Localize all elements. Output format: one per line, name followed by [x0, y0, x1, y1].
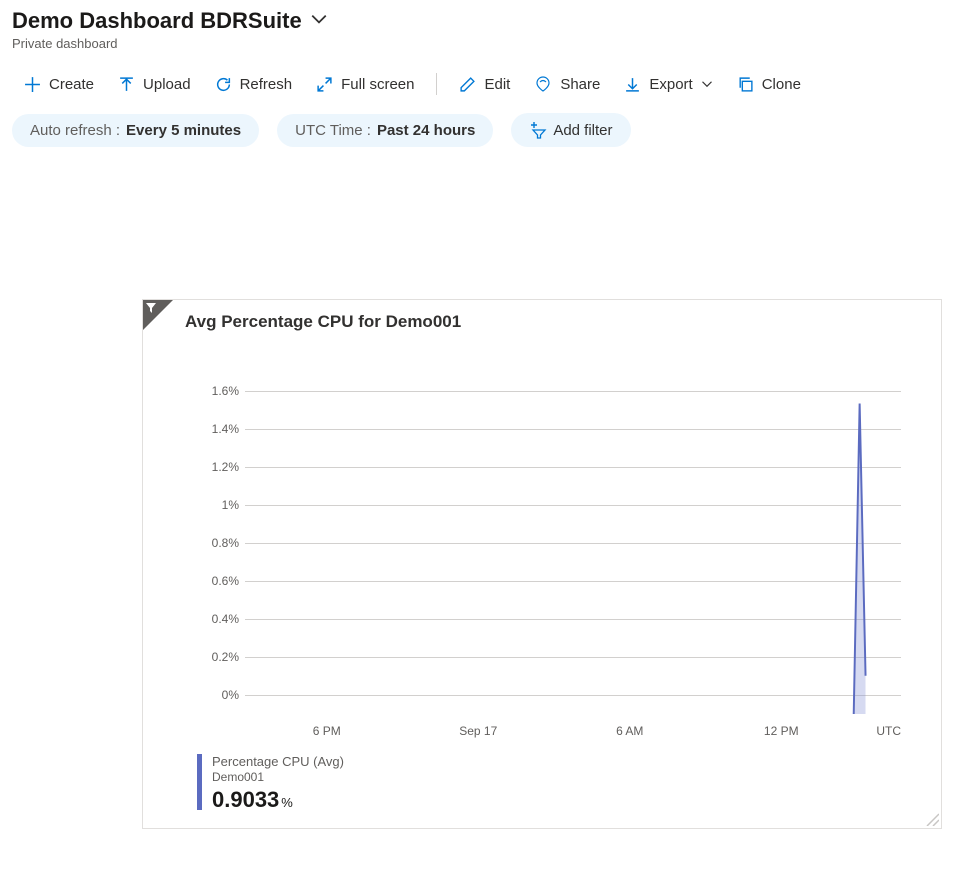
refresh-label: Refresh — [240, 76, 293, 93]
legend-value-unit: % — [281, 795, 293, 810]
add-filter-icon — [529, 121, 547, 139]
y-tick: 0.4% — [201, 612, 245, 626]
filter-icon — [145, 302, 157, 314]
upload-icon — [118, 76, 135, 93]
export-button[interactable]: Export — [612, 70, 724, 99]
dashboard-title-row[interactable]: Demo Dashboard BDRSuite — [12, 8, 956, 34]
refresh-button[interactable]: Refresh — [203, 70, 305, 99]
copy-icon — [737, 76, 754, 93]
chevron-down-icon — [701, 78, 713, 90]
clone-button[interactable]: Clone — [725, 70, 813, 99]
dashboard-canvas: Avg Percentage CPU for Demo001 1.6% 1.4%… — [0, 159, 968, 841]
y-tick: 1.6% — [201, 384, 245, 398]
dashboard-title: Demo Dashboard BDRSuite — [12, 8, 302, 34]
add-filter-pill[interactable]: Add filter — [511, 113, 630, 147]
refresh-icon — [215, 76, 232, 93]
tile-title: Avg Percentage CPU for Demo001 — [185, 312, 923, 332]
x-tick: UTC — [857, 724, 901, 738]
legend-series-name: Percentage CPU (Avg) — [212, 754, 344, 770]
edit-label: Edit — [484, 76, 510, 93]
time-range-value: Past 24 hours — [377, 122, 475, 139]
time-range-label: UTC Time : — [295, 122, 371, 139]
upload-button[interactable]: Upload — [106, 70, 203, 99]
tile-filter-corner[interactable] — [143, 300, 173, 330]
x-tick: 6 AM — [554, 724, 706, 738]
upload-label: Upload — [143, 76, 191, 93]
clone-label: Clone — [762, 76, 801, 93]
legend-value: 0.9033% — [212, 787, 344, 813]
chevron-down-icon — [310, 10, 328, 33]
x-tick: 6 PM — [251, 724, 403, 738]
legend-value-number: 0.9033 — [212, 787, 279, 812]
y-tick: 1.4% — [201, 422, 245, 436]
chart-grid: 1.6% 1.4% 1.2% 1% 0.8% 0.6% 0.4% 0.2% 0% — [201, 372, 901, 714]
pencil-icon — [459, 76, 476, 93]
legend-resource: Demo001 — [212, 770, 344, 785]
toolbar-separator — [436, 73, 437, 95]
y-tick: 0% — [201, 688, 245, 702]
y-tick: 1% — [201, 498, 245, 512]
y-tick: 1.2% — [201, 460, 245, 474]
toolbar: Create Upload Refresh Full screen Edit S… — [0, 55, 968, 107]
time-range-pill[interactable]: UTC Time : Past 24 hours — [277, 114, 493, 147]
resize-handle[interactable] — [925, 812, 939, 826]
create-label: Create — [49, 76, 94, 93]
x-tick: 12 PM — [706, 724, 858, 738]
add-filter-label: Add filter — [553, 122, 612, 139]
edit-button[interactable]: Edit — [447, 70, 522, 99]
x-axis: 6 PM Sep 17 6 AM 12 PM UTC — [251, 724, 901, 738]
chart-tile[interactable]: Avg Percentage CPU for Demo001 1.6% 1.4%… — [142, 299, 942, 829]
chart-legend[interactable]: Percentage CPU (Avg) Demo001 0.9033% — [197, 754, 923, 814]
fullscreen-button[interactable]: Full screen — [304, 70, 426, 99]
fullscreen-label: Full screen — [341, 76, 414, 93]
auto-refresh-pill[interactable]: Auto refresh : Every 5 minutes — [12, 114, 259, 147]
export-label: Export — [649, 76, 692, 93]
y-tick: 0.2% — [201, 650, 245, 664]
create-button[interactable]: Create — [12, 70, 106, 99]
y-tick: 0.6% — [201, 574, 245, 588]
auto-refresh-value: Every 5 minutes — [126, 122, 241, 139]
legend-color-bar — [197, 754, 202, 810]
chart-area: 1.6% 1.4% 1.2% 1% 0.8% 0.6% 0.4% 0.2% 0%… — [161, 372, 923, 738]
share-label: Share — [560, 76, 600, 93]
plus-icon — [24, 76, 41, 93]
fullscreen-icon — [316, 76, 333, 93]
filter-pill-row: Auto refresh : Every 5 minutes UTC Time … — [0, 107, 968, 159]
share-button[interactable]: Share — [522, 69, 612, 99]
x-tick: Sep 17 — [403, 724, 555, 738]
y-tick: 0.8% — [201, 536, 245, 550]
chart-series — [251, 372, 901, 714]
auto-refresh-label: Auto refresh : — [30, 122, 120, 139]
share-icon — [534, 75, 552, 93]
download-icon — [624, 76, 641, 93]
dashboard-subtitle: Private dashboard — [12, 36, 956, 51]
